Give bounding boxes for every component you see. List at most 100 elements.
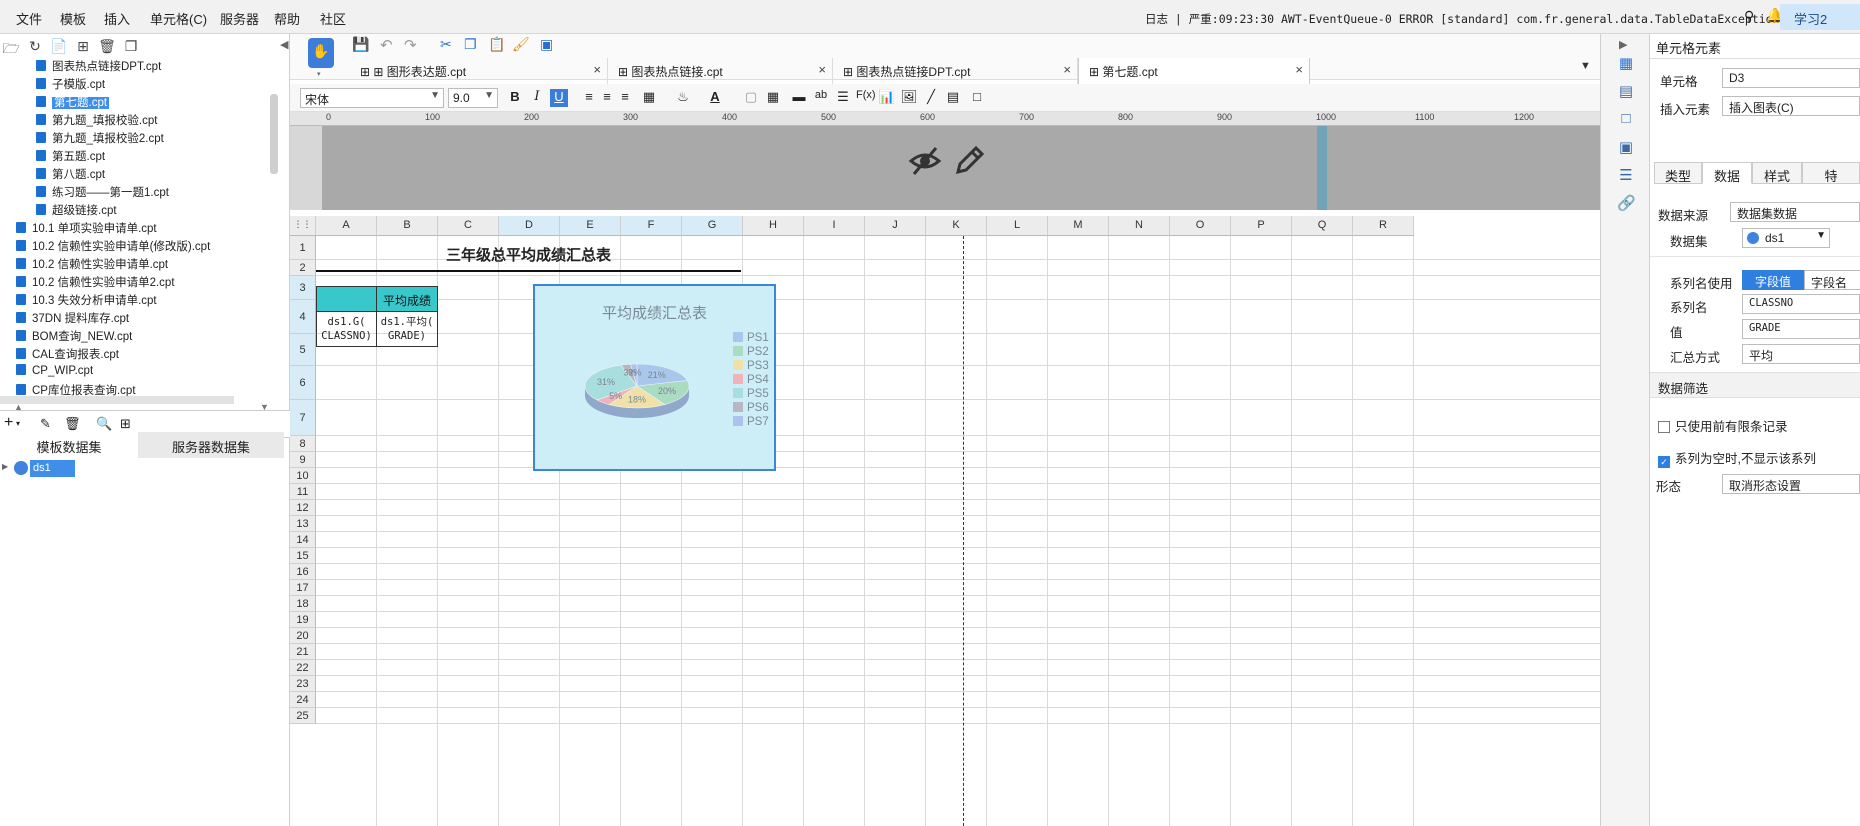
hide-icon[interactable] bbox=[908, 144, 942, 178]
row-header[interactable]: 25 bbox=[290, 708, 316, 724]
expand-icon[interactable]: ▶ bbox=[2, 462, 8, 471]
menu-server[interactable]: 服务器 bbox=[220, 9, 259, 28]
preview-icon[interactable]: 🔍 bbox=[96, 416, 112, 432]
row-header[interactable]: 20 bbox=[290, 628, 316, 644]
menu-insert[interactable]: 插入 bbox=[104, 9, 130, 28]
row-header[interactable]: 1 bbox=[290, 236, 316, 260]
filter-section-header[interactable]: 数据筛选 bbox=[1650, 372, 1860, 398]
font-name-select[interactable]: 宋体 ▼ bbox=[300, 88, 444, 108]
doc-tab-1[interactable]: ⊞ ⊞ 图形表达题.cpt × bbox=[350, 58, 608, 84]
study-button[interactable]: 学习2 bbox=[1780, 4, 1860, 30]
tree-item[interactable]: 10.2 信赖性实验申请单(修改版).cpt bbox=[16, 238, 210, 256]
widget-icon[interactable]: ▣ bbox=[1617, 138, 1635, 156]
doc-tab-2[interactable]: ⊞ 图表热点链接.cpt × bbox=[608, 58, 833, 84]
tree-item[interactable]: 第八题.cpt bbox=[36, 166, 105, 184]
search-icon[interactable]: ⚲ bbox=[1744, 8, 1754, 25]
cell-attr-icon[interactable]: ▤ bbox=[1617, 82, 1635, 100]
add-dataset-icon[interactable]: + bbox=[4, 414, 13, 432]
hyperlink-icon[interactable]: 🔗 bbox=[1617, 194, 1636, 212]
row-header[interactable]: 12 bbox=[290, 500, 316, 516]
legend-entry[interactable]: PS2 bbox=[733, 346, 769, 358]
mode-dropdown-icon[interactable]: ▾ bbox=[317, 70, 321, 78]
copy-icon[interactable]: ❐ bbox=[122, 38, 140, 56]
close-icon[interactable]: × bbox=[593, 62, 601, 77]
row-header[interactable]: 21 bbox=[290, 644, 316, 660]
value-select[interactable]: GRADE bbox=[1742, 319, 1860, 339]
column-header[interactable]: I bbox=[804, 216, 865, 236]
filter-option-1[interactable]: 只使用前有限条记录 bbox=[1658, 416, 1788, 435]
close-icon[interactable]: × bbox=[1063, 62, 1071, 77]
column-header[interactable]: G bbox=[682, 216, 743, 236]
tab-data[interactable]: 数据 bbox=[1702, 162, 1752, 184]
spreadsheet-grid[interactable]: ⋮⋮ ABCDEFGHIJKLMNOPQR 1 2 3 4 5 6 7 8 9 10 11 12 13 1… bbox=[290, 216, 1600, 826]
undo-icon[interactable]: ↶ bbox=[380, 36, 393, 54]
insert-image-icon[interactable]: 🖼 bbox=[900, 89, 918, 107]
tree-item[interactable]: 第九题_填报校验.cpt bbox=[36, 112, 157, 130]
tree-item[interactable]: 超级链接.cpt bbox=[36, 202, 117, 220]
tree-item[interactable]: 第五题.cpt bbox=[36, 148, 105, 166]
tree-hscrollbar[interactable] bbox=[0, 396, 234, 404]
column-header[interactable]: C bbox=[438, 216, 499, 236]
refresh-icon[interactable]: ↻ bbox=[26, 38, 44, 56]
font-size-select[interactable]: 9.0 ▼ bbox=[448, 88, 498, 108]
series-name-select[interactable]: CLASSNO bbox=[1742, 294, 1860, 314]
header-parameter-area[interactable] bbox=[290, 126, 1610, 210]
formula-icon[interactable]: F(x) bbox=[856, 89, 876, 107]
column-header[interactable]: Q bbox=[1292, 216, 1353, 236]
doc-tab-4[interactable]: ⊞ 第七题.cpt × bbox=[1078, 58, 1310, 84]
legend-entry[interactable]: PS4 bbox=[733, 374, 769, 386]
edit-icon[interactable]: ✎ bbox=[40, 416, 51, 432]
row-header[interactable]: 16 bbox=[290, 564, 316, 580]
insert-chart-icon[interactable]: 📊 bbox=[878, 89, 896, 107]
column-header[interactable]: F bbox=[621, 216, 682, 236]
menu-community[interactable]: 社区 bbox=[320, 9, 346, 28]
tree-item[interactable]: 37DN 提料库存.cpt bbox=[16, 310, 129, 328]
redo-icon[interactable]: ↷ bbox=[404, 36, 417, 54]
row-header[interactable]: 24 bbox=[290, 692, 316, 708]
column-header[interactable]: J bbox=[865, 216, 926, 236]
border-icon[interactable]: ▦ bbox=[640, 89, 658, 107]
field-value-toggle[interactable]: 字段值 bbox=[1742, 270, 1804, 290]
column-header[interactable]: P bbox=[1231, 216, 1292, 236]
tree-item[interactable]: 10.3 失效分析申请单.cpt bbox=[16, 292, 157, 310]
shape-select[interactable]: 取消形态设置 bbox=[1722, 474, 1860, 494]
column-header[interactable]: K bbox=[926, 216, 987, 236]
column-header[interactable]: H bbox=[743, 216, 804, 236]
menu-template[interactable]: 模板 bbox=[60, 9, 86, 28]
close-icon[interactable]: × bbox=[1295, 62, 1303, 77]
cell-a4[interactable]: ds1.G( CLASSNO) bbox=[316, 311, 377, 347]
row-header[interactable]: 8 bbox=[290, 436, 316, 452]
column-header[interactable]: R bbox=[1353, 216, 1414, 236]
row-header[interactable]: 15 bbox=[290, 548, 316, 564]
legend-entry[interactable]: PS6 bbox=[733, 402, 769, 414]
cell-b4[interactable]: ds1.平均( GRADE) bbox=[376, 311, 438, 347]
tree-item[interactable]: 第九题_填报校验2.cpt bbox=[36, 130, 164, 148]
tab-server-dataset[interactable]: 服务器数据集 bbox=[138, 432, 284, 458]
column-header[interactable]: A bbox=[316, 216, 377, 236]
row-header[interactable]: 22 bbox=[290, 660, 316, 676]
tree-item[interactable]: BOM查询_NEW.cpt bbox=[16, 328, 132, 346]
align-right-icon[interactable]: ≡ bbox=[616, 89, 634, 107]
dataset-select[interactable]: ds1 ▼ bbox=[1742, 228, 1830, 248]
menu-file[interactable]: 文件 bbox=[16, 9, 42, 28]
tree-item[interactable]: CAL查询报表.cpt bbox=[16, 346, 119, 364]
row-header[interactable]: 14 bbox=[290, 532, 316, 548]
row-header[interactable]: 9 bbox=[290, 452, 316, 468]
column-header[interactable]: E bbox=[560, 216, 621, 236]
row-header[interactable]: 10 bbox=[290, 468, 316, 484]
condition-icon[interactable]: ☰ bbox=[1617, 166, 1635, 184]
tree-item[interactable]: CP_WIP.cpt bbox=[16, 364, 93, 382]
field-name-toggle[interactable]: 字段名 bbox=[1804, 270, 1860, 290]
tab-type[interactable]: 类型 bbox=[1654, 162, 1702, 184]
text-cell-icon[interactable]: ▬ bbox=[790, 89, 808, 107]
checkbox-icon[interactable] bbox=[1658, 421, 1670, 433]
column-header[interactable]: B bbox=[377, 216, 438, 236]
cell-a3[interactable] bbox=[316, 286, 377, 312]
row-header[interactable]: 18 bbox=[290, 596, 316, 612]
tree-item[interactable]: 第七题.cpt bbox=[36, 94, 110, 112]
row-header[interactable]: 19 bbox=[290, 612, 316, 628]
delete-icon[interactable]: 🗑 bbox=[98, 38, 116, 56]
paste-icon[interactable]: 📋 bbox=[488, 36, 505, 53]
row-header[interactable]: 5 bbox=[290, 334, 316, 366]
open-icon[interactable]: 📄 bbox=[50, 38, 68, 56]
